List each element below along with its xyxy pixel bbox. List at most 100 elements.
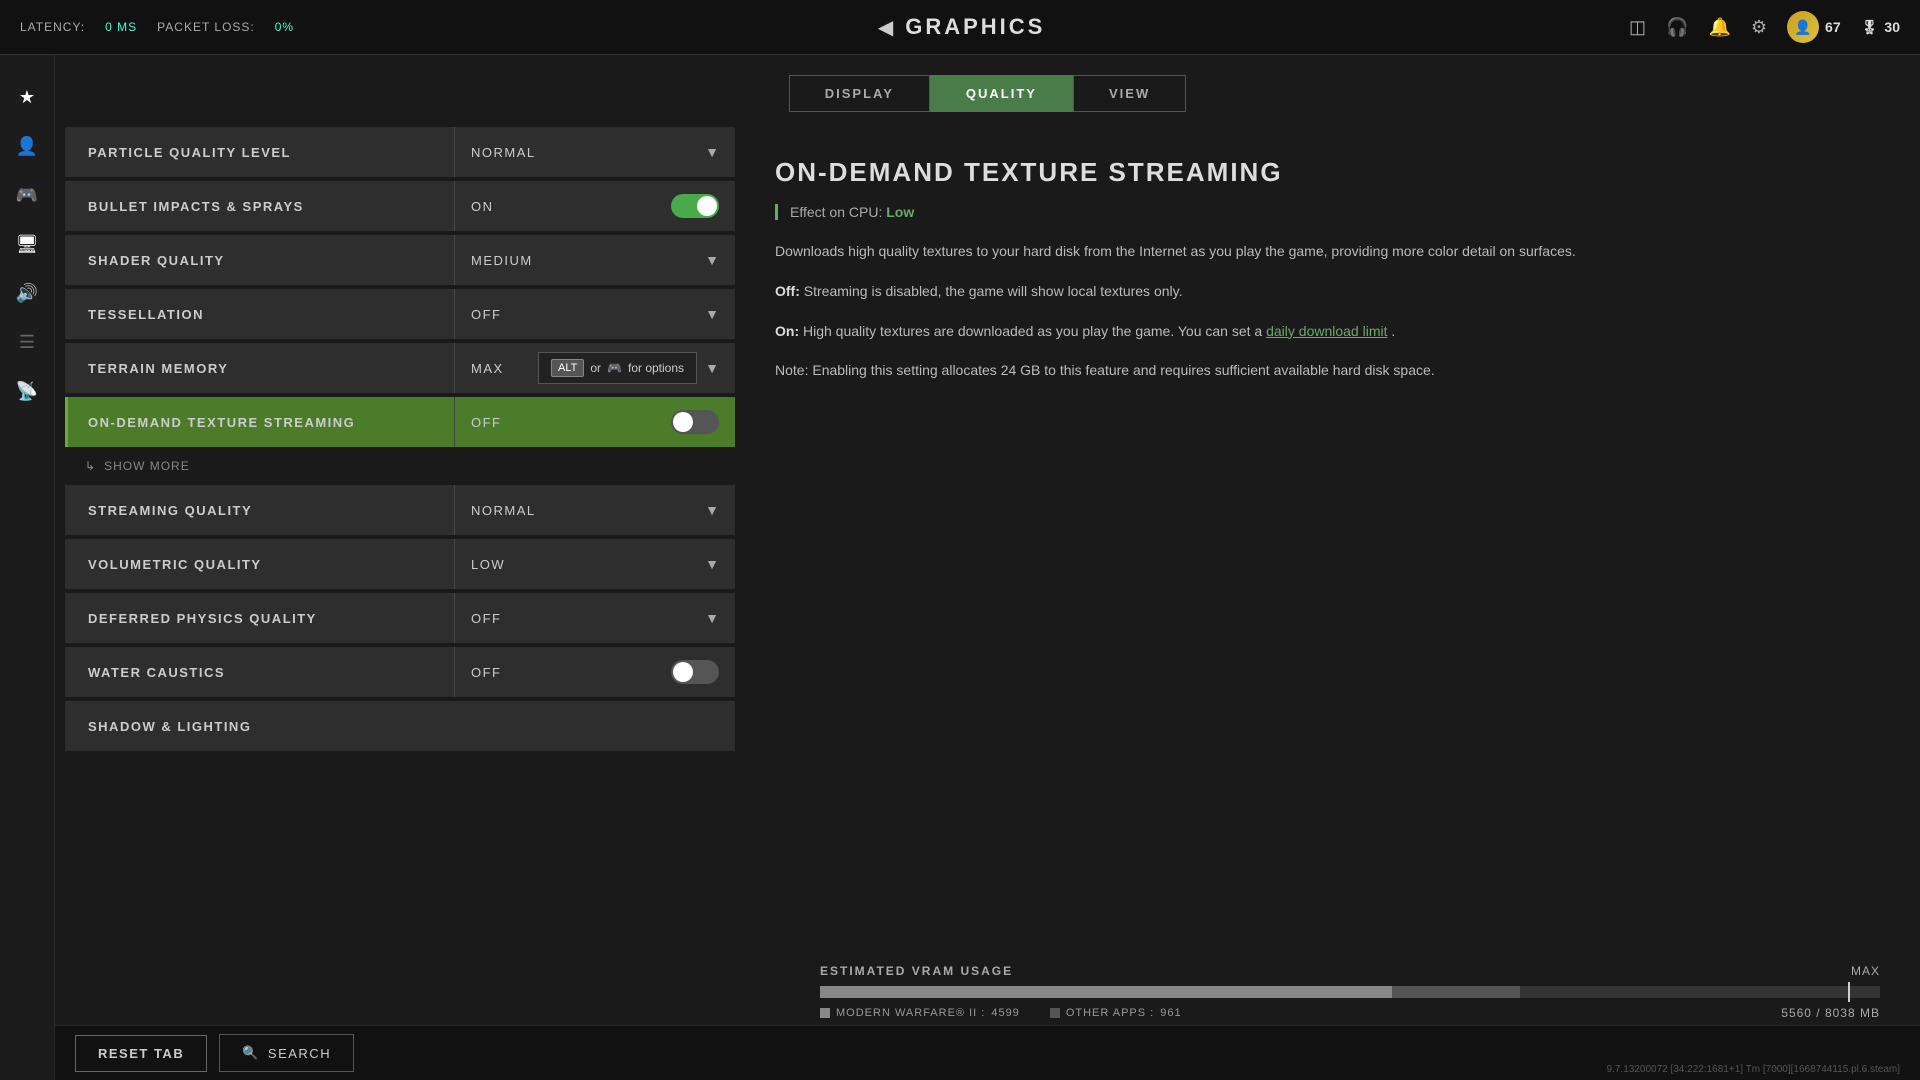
daily-limit-link[interactable]: daily download limit [1266,323,1387,339]
show-more-arrow: ↳ [85,459,96,473]
info-panel: ON-DEMAND TEXTURE STREAMING Effect on CP… [735,127,1920,1080]
toggle-bullet-impacts[interactable] [671,194,719,218]
legend-dot-mw [820,1008,830,1018]
setting-row-shader-quality[interactable]: SHADER QUALITY MEDIUM ▼ [65,235,735,285]
chevron-down-icon: ▼ [705,144,719,160]
tab-nav: DISPLAY QUALITY VIEW [55,55,1920,127]
build-info: 9.7.13200072 [34:222:1681+1] Tm [7000][1… [1607,1064,1900,1075]
sidebar-item-display[interactable]: 🖥 [5,222,49,266]
sidebar-item-person[interactable]: 👤 [5,124,49,168]
legend-dot-other [1050,1008,1060,1018]
headset-icon[interactable]: 🎧 [1666,17,1688,38]
show-more-row[interactable]: ↳ SHOW MORE [65,451,735,481]
topbar-right: ◫ 🎧 🔔 ⚙ 👤 67 🎖 30 [1629,11,1900,43]
on-description-suffix: . [1391,323,1395,339]
vram-section: ESTIMATED VRAM USAGE MAX MODERN WARFARE®… [820,964,1880,1020]
chevron-down-icon: ▼ [705,252,719,268]
credits-display: 🎖 30 [1861,19,1900,36]
setting-label-particle-quality: PARTICLE QUALITY LEVEL [68,145,454,160]
gear-icon[interactable]: ⚙ [1751,17,1767,38]
reset-tab-button[interactable]: RESET TAB [75,1035,207,1072]
tooltip-suffix: for options [628,361,684,375]
sidebar: ★ 👤 🎮 🖥 🔊 ☰ 📡 [0,55,55,1080]
setting-label-streaming-quality: STREAMING QUALITY [68,503,454,518]
tooltip-or-text: or [590,361,601,375]
tab-quality[interactable]: QUALITY [930,75,1073,112]
setting-value-text-shader: MEDIUM [471,253,533,268]
setting-value-text-volumetric: LOW [471,557,505,572]
setting-label-shadow-lighting: SHADOW & LIGHTING [68,719,735,734]
toggle-knob [673,412,693,432]
setting-value-shader-quality: MEDIUM ▼ [455,252,735,268]
vram-title: ESTIMATED VRAM USAGE [820,964,1013,978]
setting-row-deferred-physics[interactable]: DEFERRED PHYSICS QUALITY OFF ▼ [65,593,735,643]
setting-row-shadow-lighting[interactable]: SHADOW & LIGHTING [65,701,735,751]
vram-other-label: OTHER APPS : [1066,1007,1154,1019]
bell-icon[interactable]: 🔔 [1708,17,1730,38]
vram-bar-container [820,986,1880,998]
alt-key-badge: ALT [551,359,584,377]
setting-row-ondemand-texture[interactable]: ON-DEMAND TEXTURE STREAMING OFF [65,397,735,447]
setting-row-water-caustics[interactable]: WATER CAUSTICS OFF [65,647,735,697]
info-description: Downloads high quality textures to your … [775,240,1880,264]
toggle-ondemand-texture[interactable] [671,410,719,434]
show-more-label: SHOW MORE [104,459,190,473]
sidebar-item-controller[interactable]: 🎮 [5,173,49,217]
latency-label: LATENCY: [20,20,85,34]
setting-value-text-particle: NORMAL [471,145,536,160]
controller-icon: 🎮 [607,361,622,375]
search-icon: 🔍 [242,1045,260,1061]
setting-row-bullet-impacts[interactable]: BULLET IMPACTS & SPRAYS ON [65,181,735,231]
search-button-label: SEARCH [268,1046,331,1061]
off-description-text: Streaming is disabled, the game will sho… [804,283,1183,299]
vram-legend: MODERN WARFARE® II : 4599 OTHER APPS : 9… [820,1006,1880,1020]
vram-max-label: MAX [1851,964,1880,978]
setting-value-text-ondemand: OFF [471,415,502,430]
setting-value-ondemand-texture: OFF [455,410,735,434]
toggle-water-caustics[interactable] [671,660,719,684]
setting-label-tessellation: TESSELLATION [68,307,454,322]
sidebar-item-star[interactable]: ★ [5,75,49,119]
setting-row-particle-quality[interactable]: PARTICLE QUALITY LEVEL NORMAL ▼ [65,127,735,177]
vram-mw-value: 4599 [991,1007,1019,1019]
vram-bar-other [1392,986,1519,998]
tab-view[interactable]: VIEW [1073,75,1186,112]
setting-value-volumetric-quality: LOW ▼ [455,556,735,572]
tooltip-popup: ALT or 🎮 for options [538,352,697,384]
setting-value-water-caustics: OFF [455,660,735,684]
sidebar-item-wifi[interactable]: 📡 [5,369,49,413]
setting-label-terrain-memory: TERRAIN MEMORY [68,361,454,376]
sidebar-item-list[interactable]: ☰ [5,320,49,364]
setting-row-volumetric-quality[interactable]: VOLUMETRIC QUALITY LOW ▼ [65,539,735,589]
setting-value-bullet-impacts: ON [455,194,735,218]
setting-label-shader-quality: SHADER QUALITY [68,253,454,268]
settings-panel: PARTICLE QUALITY LEVEL NORMAL ▼ BULLET I… [55,127,735,1080]
setting-row-tessellation[interactable]: TESSELLATION OFF ▼ [65,289,735,339]
page-title: GRAPHICS [905,14,1045,40]
grid-icon[interactable]: ◫ [1629,17,1646,38]
topbar: LATENCY: 0 MS PACKET LOSS: 0% ◀ GRAPHICS… [0,0,1920,55]
sidebar-item-audio[interactable]: 🔊 [5,271,49,315]
vram-legend-mw: MODERN WARFARE® II : 4599 [820,1007,1020,1019]
setting-row-terrain-memory[interactable]: TERRAIN MEMORY MAX ▼ ALT or 🎮 for option… [65,343,735,393]
setting-value-text-tessellation: OFF [471,307,502,322]
on-description-text: High quality textures are downloaded as … [803,323,1262,339]
setting-label-ondemand-texture: ON-DEMAND TEXTURE STREAMING [68,415,454,430]
topbar-title: ◀ GRAPHICS [878,14,1046,40]
latency-info: LATENCY: 0 MS PACKET LOSS: 0% [20,20,294,34]
back-arrow-icon[interactable]: ◀ [878,15,893,40]
setting-row-streaming-quality[interactable]: STREAMING QUALITY NORMAL ▼ [65,485,735,535]
search-button[interactable]: 🔍 SEARCH [219,1034,354,1072]
packet-loss-value: 0% [275,20,294,34]
setting-value-streaming-quality: NORMAL ▼ [455,502,735,518]
setting-label-volumetric-quality: VOLUMETRIC QUALITY [68,557,454,572]
setting-label-water-caustics: WATER CAUSTICS [68,665,454,680]
cpu-effect: Effect on CPU: Low [775,204,1880,220]
player-count: 67 [1825,19,1841,35]
credits-icon: 🎖 [1861,19,1879,36]
setting-value-text-water: OFF [471,665,502,680]
chevron-down-icon: ▼ [705,360,719,376]
content-split: PARTICLE QUALITY LEVEL NORMAL ▼ BULLET I… [55,127,1920,1080]
setting-label-bullet-impacts: BULLET IMPACTS & SPRAYS [68,199,454,214]
tab-display[interactable]: DISPLAY [789,75,930,112]
